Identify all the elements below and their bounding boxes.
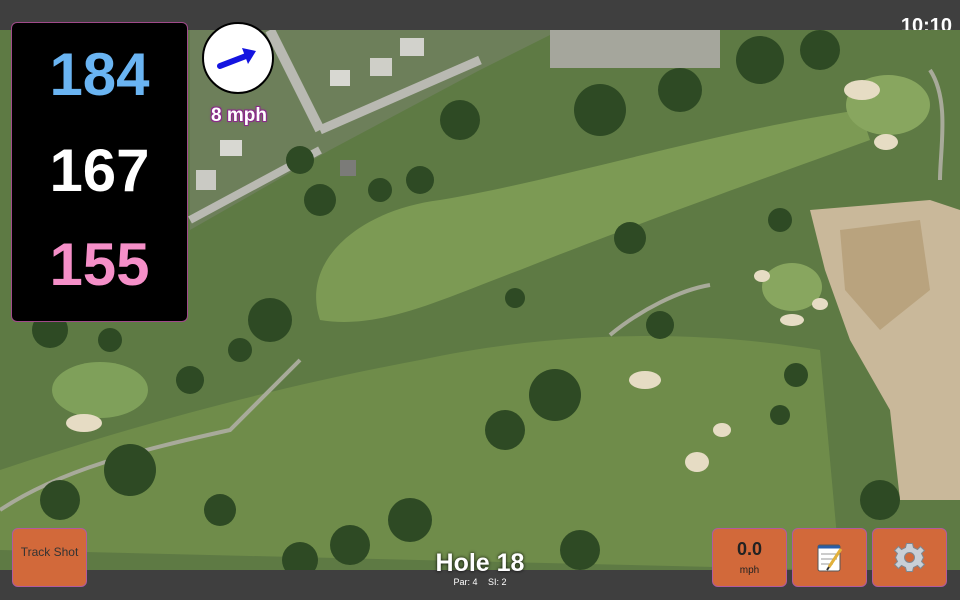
arrow-right-icon [217, 48, 256, 69]
wind-direction-indicator [202, 22, 274, 94]
settings-button[interactable] [872, 528, 947, 587]
gear-icon [893, 543, 926, 572]
middle-distance: 167 [49, 137, 150, 204]
track-shot-button[interactable]: Track Shot [12, 528, 87, 587]
notepad-icon [817, 544, 843, 572]
hole-info: Par: 4 SI: 2 [400, 577, 560, 588]
wind-speed-value: 0.0 [736, 539, 763, 559]
distance-panel: 184 167 155 [11, 22, 188, 322]
wind-speed-unit: mph [739, 565, 760, 576]
notes-button[interactable] [792, 528, 867, 587]
wind-speed-label: 8 mph [211, 105, 267, 126]
wind-speed-button[interactable]: 0.0 mph [712, 528, 787, 587]
hole-title: Hole 18 [435, 549, 525, 577]
hole-stroke-index: SI: 2 [488, 577, 507, 587]
front-distance: 155 [49, 231, 150, 298]
back-distance: 184 [49, 41, 150, 108]
hole-par: Par: 4 [453, 577, 478, 587]
